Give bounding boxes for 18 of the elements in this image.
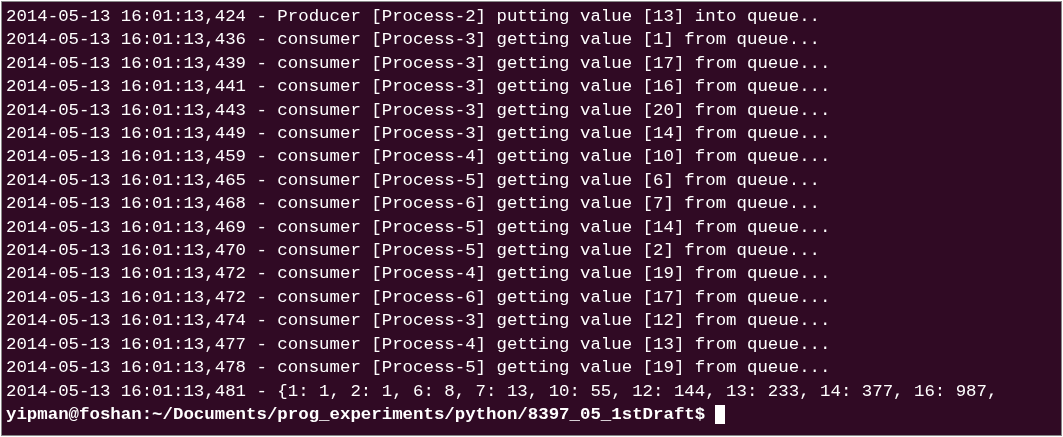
output-line: 2014-05-13 16:01:13,481 - {1: 1, 2: 1, 6: 8, 7: 13, 10: 55, 12: 144, 13: 233, 14: 377, 16: 987,	[6, 380, 998, 403]
shell-prompt: yipman@foshan:~/Documents/prog_experiments/python/8397_05_1stDraft$	[6, 403, 706, 426]
output-line: 2014-05-13 16:01:13,449 - consumer [Process-3] getting value [14] from queue...	[6, 123, 831, 146]
output-line: 2014-05-13 16:01:13,474 - consumer [Process-3] getting value [12] from queue...	[6, 310, 831, 333]
output-line: 2014-05-13 16:01:13,468 - consumer [Process-6] getting value [7] from queue...	[6, 193, 820, 216]
output-line: 2014-05-13 16:01:13,465 - consumer [Process-5] getting value [6] from queue...	[6, 169, 820, 192]
output-line: 2014-05-13 16:01:13,424 - Producer [Process-2] putting value [13] into queue..	[6, 6, 820, 28]
output-line: 2014-05-13 16:01:13,472 - consumer [Process-4] getting value [19] from queue...	[6, 263, 831, 286]
output-line: 2014-05-13 16:01:13,470 - consumer [Process-5] getting value [2] from queue...	[6, 240, 820, 263]
output-line: 2014-05-13 16:01:13,478 - consumer [Process-5] getting value [19] from queue...	[6, 357, 831, 380]
output-line: 2014-05-13 16:01:13,472 - consumer [Process-6] getting value [17] from queue...	[6, 286, 831, 309]
output-line: 2014-05-13 16:01:13,443 - consumer [Process-3] getting value [20] from queue...	[6, 99, 831, 122]
output-line: 2014-05-13 16:01:13,477 - consumer [Process-4] getting value [13] from queue...	[6, 333, 831, 356]
output-line: 2014-05-13 16:01:13,439 - consumer [Process-3] getting value [17] from queue...	[6, 52, 831, 75]
output-line: 2014-05-13 16:01:13,441 - consumer [Process-3] getting value [16] from queue...	[6, 76, 831, 99]
output-line: 2014-05-13 16:01:13,469 - consumer [Process-5] getting value [14] from queue...	[6, 216, 831, 239]
output-line: 2014-05-13 16:01:13,436 - consumer [Process-3] getting value [1] from queue...	[6, 29, 820, 52]
output-line: 2014-05-13 16:01:13,459 - consumer [Process-4] getting value [10] from queue...	[6, 146, 831, 169]
